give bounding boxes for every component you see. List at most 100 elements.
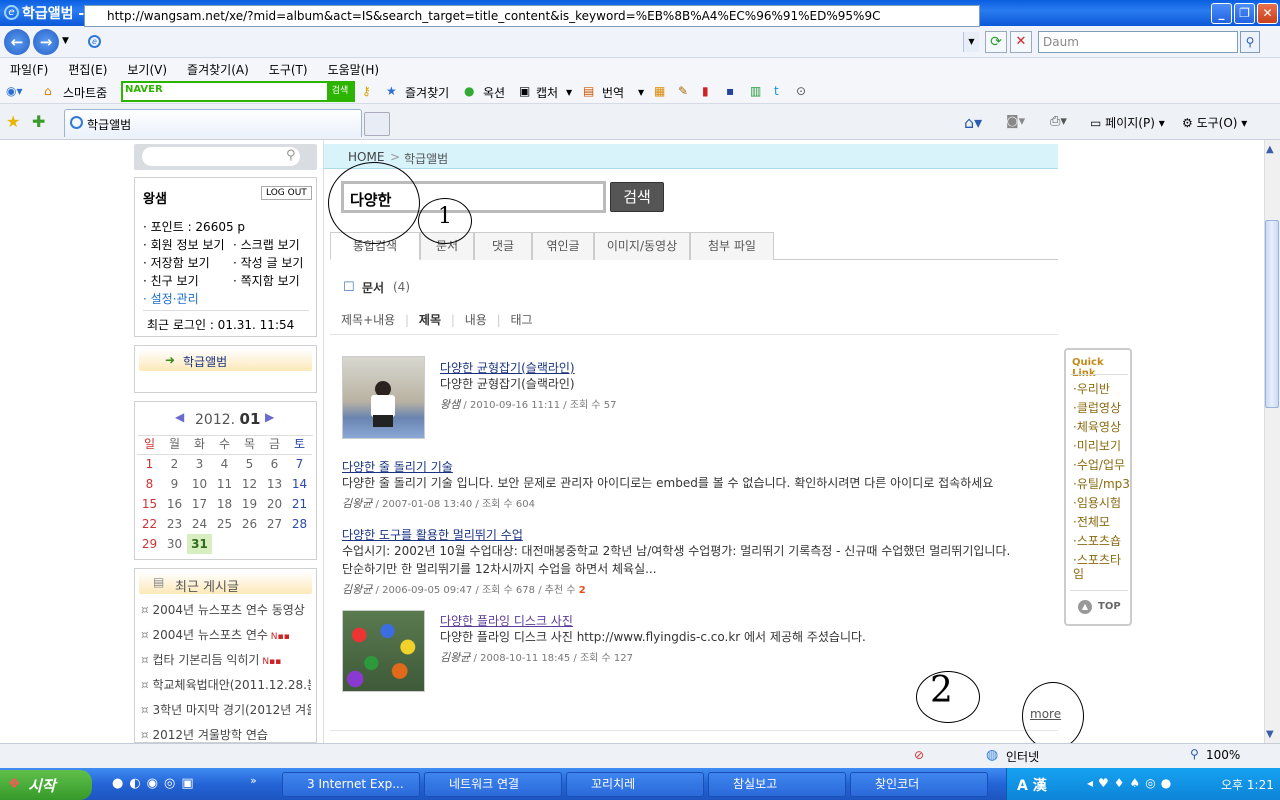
filter-tag[interactable]: 태그 bbox=[511, 313, 533, 327]
result-tab[interactable]: 엮인글 bbox=[532, 232, 594, 260]
save-icon[interactable]: ▪ bbox=[726, 84, 734, 98]
taskbar-item-encoder[interactable]: 찾인코더 bbox=[850, 772, 988, 797]
next-month-icon[interactable]: ▶ bbox=[265, 410, 274, 424]
calendar-day[interactable]: 16 bbox=[162, 494, 187, 514]
result-thumbnail[interactable] bbox=[342, 356, 425, 439]
top-link[interactable]: TOP bbox=[1098, 601, 1121, 612]
quick-link-item[interactable]: ·클럽영상 bbox=[1066, 399, 1132, 418]
favorites-star-icon[interactable]: ★ bbox=[6, 112, 20, 131]
menu-view[interactable]: 보기(V) bbox=[127, 61, 167, 78]
tools-menu[interactable]: ⚙ 도구(O) ▾ bbox=[1182, 114, 1247, 131]
capture-button[interactable]: 캡처 bbox=[536, 84, 558, 101]
naver-search-box[interactable]: NAVER 검색 bbox=[121, 81, 355, 102]
friends-link[interactable]: · 친구 보기 bbox=[143, 272, 199, 289]
calendar-day[interactable]: 25 bbox=[212, 514, 237, 534]
book-icon[interactable]: ▮ bbox=[702, 84, 709, 98]
maximize-button[interactable]: ❐ bbox=[1234, 3, 1255, 24]
prev-month-icon[interactable]: ◀ bbox=[175, 410, 184, 424]
calendar-day[interactable]: 14 bbox=[287, 474, 312, 494]
tab-active[interactable]: 학급앨범 bbox=[64, 109, 362, 137]
address-input[interactable]: http://wangsam.net/xe/?mid=album&act=IS&… bbox=[84, 5, 980, 27]
calendar-day[interactable]: 31 bbox=[187, 534, 212, 554]
filter-content[interactable]: 내용 bbox=[465, 313, 487, 327]
calendar-day[interactable]: 11 bbox=[212, 474, 237, 494]
result-tab[interactable]: 댓글 bbox=[474, 232, 532, 260]
address-dropdown-icon[interactable]: ▼ bbox=[963, 32, 979, 52]
calendar-day[interactable]: 6 bbox=[262, 454, 287, 474]
menu-album-link[interactable]: 학급앨범 bbox=[183, 353, 227, 370]
result-author[interactable]: 김왕균 bbox=[440, 651, 470, 664]
quick-link-item[interactable]: ·스포츠타임 bbox=[1066, 551, 1132, 584]
scroll-down-icon[interactable]: ▼ bbox=[1266, 729, 1274, 740]
quick-link-item[interactable]: ·스포츠숍 bbox=[1066, 532, 1132, 551]
scroll-up-icon[interactable]: ▲ bbox=[1266, 144, 1274, 155]
calendar-day[interactable]: 2 bbox=[162, 454, 187, 474]
back-button[interactable]: ← bbox=[4, 29, 30, 55]
ime-icon[interactable]: A 漢 bbox=[1017, 775, 1047, 795]
calendar-day[interactable]: 3 bbox=[187, 454, 212, 474]
result-title[interactable]: 다양한 플라잉 디스크 사진 bbox=[440, 612, 573, 629]
member-info-link[interactable]: · 회원 정보 보기 bbox=[143, 236, 225, 253]
quick-link-item[interactable]: ·전체모 bbox=[1066, 513, 1132, 532]
calendar-day[interactable]: 28 bbox=[287, 514, 312, 534]
page-menu[interactable]: ▭ 페이지(P) ▾ bbox=[1090, 114, 1165, 131]
window-icon[interactable]: ▥ bbox=[750, 84, 761, 98]
quick-launch-icons[interactable]: ●◐◉◎▣ bbox=[112, 776, 200, 791]
quick-link-item[interactable]: ·유틸/mp3 bbox=[1066, 475, 1132, 494]
add-favorite-icon[interactable]: ✚ bbox=[32, 112, 45, 131]
quick-launch-expand-icon[interactable]: » bbox=[250, 774, 257, 787]
calendar-day[interactable]: 21 bbox=[287, 494, 312, 514]
note-icon[interactable]: ▦ bbox=[654, 84, 665, 98]
calendar-day[interactable]: 23 bbox=[162, 514, 187, 534]
calendar-day[interactable]: 27 bbox=[262, 514, 287, 534]
site-search-icon[interactable]: ⚲ bbox=[286, 148, 296, 163]
auction-button[interactable]: 옥션 bbox=[483, 84, 505, 101]
recent-post-item[interactable]: ¤ 2012년 겨울방학 연습 bbox=[141, 726, 311, 743]
minimize-button[interactable]: _ bbox=[1211, 3, 1232, 24]
close-button[interactable]: ✕ bbox=[1257, 3, 1278, 24]
calendar-day[interactable]: 15 bbox=[137, 494, 162, 514]
result-tab[interactable]: 첨부 파일 bbox=[690, 232, 774, 260]
result-title[interactable]: 다양한 균형잡기(슬랙라인) bbox=[440, 359, 575, 376]
search-icon[interactable]: ⚲ bbox=[1240, 31, 1260, 53]
filter-title-content[interactable]: 제목+내용 bbox=[341, 313, 395, 327]
result-title[interactable]: 다양한 줄 돌리기 기술 bbox=[342, 458, 453, 475]
feeds-icon[interactable]: ◙▾ bbox=[1006, 114, 1025, 129]
messages-link[interactable]: · 쪽지함 보기 bbox=[233, 272, 300, 289]
calendar-day[interactable]: 5 bbox=[237, 454, 262, 474]
taskbar-item-folder1[interactable]: 꼬리치레 bbox=[566, 772, 704, 797]
twitter-icon[interactable]: t bbox=[774, 84, 779, 98]
more-dropdown-icon[interactable]: ⊙ bbox=[796, 84, 806, 98]
ie-menu-icon[interactable]: ◉▾ bbox=[6, 84, 23, 98]
naver-search-button[interactable]: 검색 bbox=[327, 83, 353, 100]
recent-post-item[interactable]: ¤ 3학년 마지막 경기(2012년 겨울 bbox=[141, 701, 311, 718]
zoom-level[interactable]: 100% bbox=[1206, 748, 1240, 762]
filter-title[interactable]: 제목 bbox=[419, 313, 441, 327]
translate-dropdown-icon[interactable]: ▼ bbox=[638, 88, 644, 97]
menu-file[interactable]: 파일(F) bbox=[10, 61, 48, 78]
smart-zoom[interactable]: 스마트줌 bbox=[63, 84, 107, 101]
tray-icons[interactable]: ◂♥♦♠◎● bbox=[1087, 776, 1176, 790]
recent-post-item[interactable]: ¤ 2004년 뉴스포츠 연수 N▪▪ bbox=[141, 626, 311, 643]
result-thumbnail[interactable] bbox=[342, 610, 425, 692]
calendar-day[interactable]: 8 bbox=[137, 474, 162, 494]
site-search-input[interactable] bbox=[142, 147, 300, 166]
calendar-day[interactable]: 1 bbox=[137, 454, 162, 474]
stop-icon[interactable]: ✕ bbox=[1010, 31, 1032, 53]
search-input[interactable]: Daum bbox=[1038, 31, 1238, 53]
menu-help[interactable]: 도움말(H) bbox=[328, 61, 380, 78]
calendar-day[interactable]: 18 bbox=[212, 494, 237, 514]
capture-dropdown-icon[interactable]: ▼ bbox=[566, 88, 572, 97]
recent-post-item[interactable]: ¤ 2004년 뉴스포츠 연수 동영상 bbox=[141, 601, 311, 618]
calendar-day[interactable]: 4 bbox=[212, 454, 237, 474]
my-posts-link[interactable]: · 작성 글 보기 bbox=[233, 254, 303, 271]
breadcrumb-current[interactable]: 학급앨범 bbox=[404, 150, 448, 167]
search-button[interactable]: 검색 bbox=[610, 182, 664, 212]
taskbar-item-network[interactable]: 네트워크 연결 bbox=[424, 772, 562, 797]
calendar-day[interactable]: 9 bbox=[162, 474, 187, 494]
quick-link-item[interactable]: ·미리보기 bbox=[1066, 437, 1132, 456]
privacy-icon[interactable]: ⊘ bbox=[914, 748, 924, 762]
calendar-day[interactable]: 7 bbox=[287, 454, 312, 474]
result-author[interactable]: 김왕균 bbox=[342, 583, 372, 596]
history-dropdown-icon[interactable]: ▼ bbox=[62, 36, 69, 46]
